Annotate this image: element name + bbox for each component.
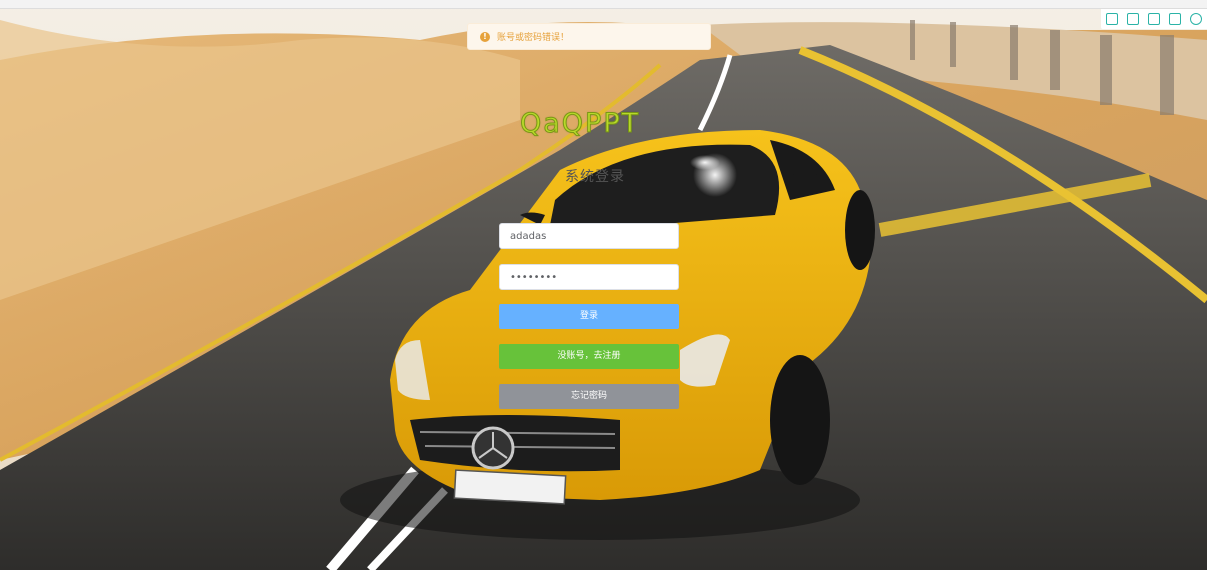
page-tools — [1101, 9, 1207, 29]
settings-icon[interactable] — [1190, 13, 1203, 25]
password-input[interactable] — [499, 264, 679, 290]
register-button[interactable]: 没账号，去注册 — [499, 344, 679, 369]
forgot-password-button[interactable]: 忘记密码 — [499, 384, 679, 409]
fullscreen-icon[interactable] — [1126, 13, 1139, 25]
username-input[interactable] — [499, 223, 679, 249]
error-alert: ! 账号或密码错误！ — [467, 23, 711, 50]
save-icon[interactable] — [1147, 13, 1160, 25]
alert-message: 账号或密码错误！ — [497, 33, 570, 43]
site-logo: QaQPPT — [520, 108, 641, 140]
page-title: 系统登录 — [565, 169, 625, 185]
browser-toolbar-strip — [0, 0, 1207, 9]
warning-icon: ! — [480, 31, 490, 42]
login-button[interactable]: 登录 — [499, 304, 679, 329]
share-icon[interactable] — [1169, 13, 1182, 25]
bookmark-icon[interactable] — [1105, 13, 1118, 25]
